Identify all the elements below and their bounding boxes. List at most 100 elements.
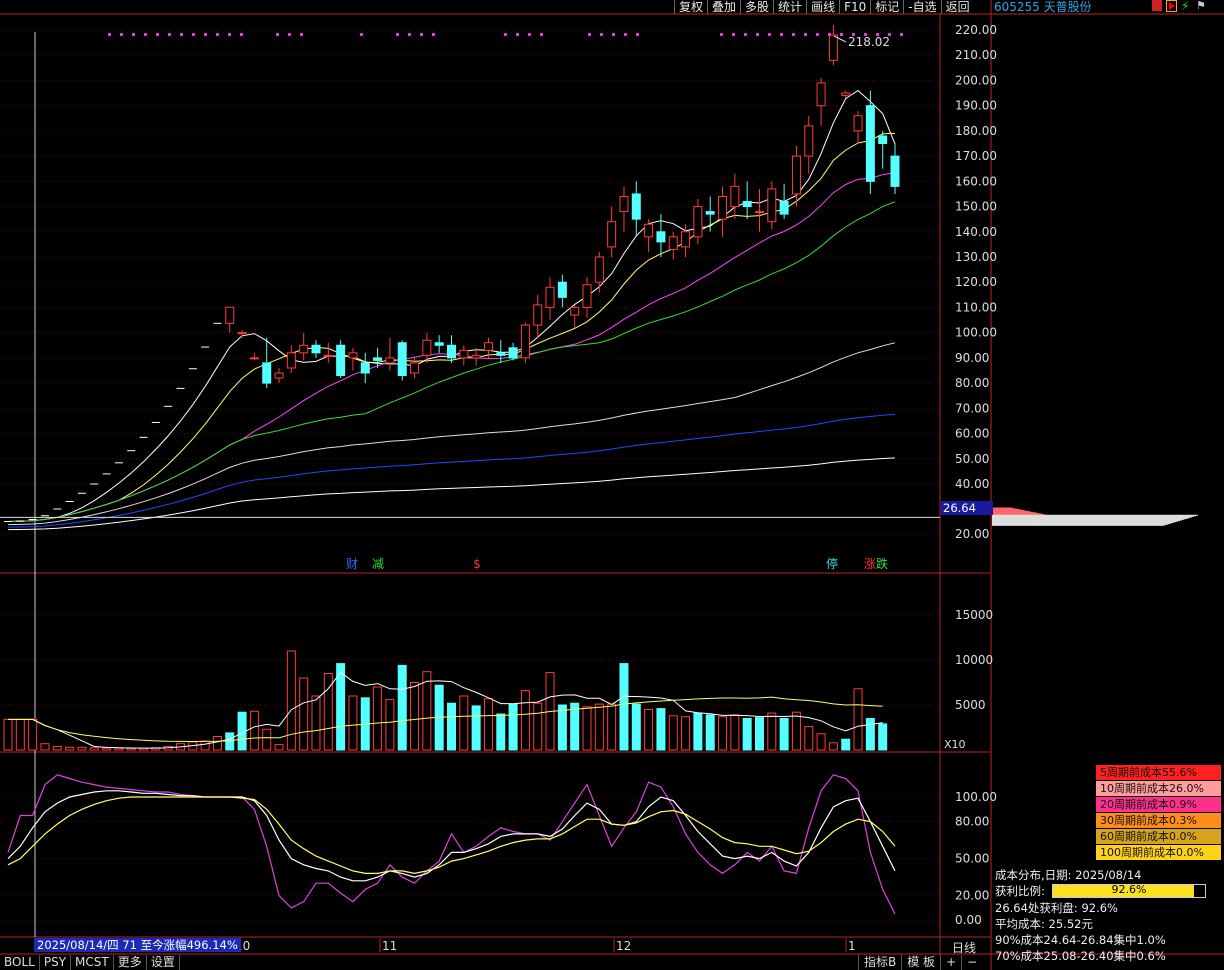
price-candle	[299, 344, 309, 354]
cost-line-2: 平均成本: 25.52元	[995, 916, 1093, 931]
volume-bar	[742, 718, 752, 751]
volume-bar	[533, 702, 543, 751]
price-candle	[410, 362, 420, 374]
toolbar-button-2[interactable]: 多股	[740, 0, 773, 14]
month-label: 12	[616, 939, 631, 953]
profit-ratio-value: 92.6%	[1111, 883, 1147, 896]
price-ma-line-6	[7, 457, 896, 531]
period-label[interactable]: 日线	[952, 939, 976, 956]
indicator-tab-2[interactable]: MCST	[71, 955, 114, 970]
price-candle	[397, 342, 407, 377]
toolbar-button-0[interactable]: 复权	[674, 0, 707, 14]
limit-up-dot	[504, 33, 507, 36]
price-candle	[681, 231, 691, 248]
limit-up-dot	[156, 33, 159, 36]
limit-up-dot	[432, 33, 435, 36]
play-icon[interactable]	[1166, 0, 1177, 12]
limit-up-dot	[828, 33, 831, 36]
template-tab-1[interactable]: 模 板	[901, 955, 940, 970]
bar-chart-icon[interactable]	[1152, 0, 1162, 11]
limit-up-dot	[528, 33, 531, 36]
price-tick-label: 140.00	[955, 225, 997, 239]
price-candle	[422, 339, 432, 356]
toolbar-button-5[interactable]: F10	[839, 0, 870, 14]
limit-up-dot	[540, 33, 543, 36]
volume-bar	[816, 733, 826, 751]
limit-up-dot	[624, 33, 627, 36]
cost-period-tags: 5周期前成本55.6% 10周期前成本26.0% 20周期前成本0.9% 30周期前成…	[1096, 765, 1221, 861]
volume-bar	[668, 715, 678, 751]
indicator-tab-4[interactable]: 设置	[147, 955, 180, 970]
template-tab-2[interactable]: +	[940, 955, 961, 970]
price-candle	[594, 256, 604, 283]
toolbar-button-4[interactable]: 画线	[806, 0, 839, 14]
volume-bar	[631, 703, 641, 751]
cost-line-3: 90%成本24.64-26.84集中1.0%	[995, 933, 1166, 948]
volume-bar	[52, 745, 62, 751]
price-tick-label: 160.00	[955, 174, 997, 188]
stock-title: 605255 天普股份	[994, 0, 1092, 14]
flag-icon[interactable]: ⚑	[1196, 0, 1207, 12]
price-tick-label: 100.00	[955, 326, 997, 340]
limit-up-dot	[132, 33, 135, 36]
signal-icon[interactable]: ⚡	[1181, 0, 1192, 12]
template-tab-0[interactable]: 指标B	[858, 955, 901, 970]
price-candle	[385, 357, 395, 364]
volume-bar	[102, 747, 112, 751]
price-candle	[373, 357, 383, 361]
volume-bar	[730, 714, 740, 751]
volume-bar	[385, 699, 395, 751]
volume-bar	[570, 702, 580, 751]
volume-bar	[693, 712, 703, 751]
price-candle	[471, 354, 481, 359]
template-tab-3[interactable]: −	[961, 955, 982, 970]
limit-up-dot	[588, 33, 591, 36]
price-ma-line-1	[7, 132, 896, 522]
volume-bar	[520, 690, 530, 751]
volume-bar	[582, 706, 592, 751]
toolbar-button-8[interactable]: 返回	[940, 0, 974, 14]
price-candle	[890, 155, 900, 187]
price-candle	[841, 92, 851, 97]
toolbar-button-3[interactable]: 统计	[773, 0, 806, 14]
limit-up-dot	[516, 33, 519, 36]
limit-up-dot	[840, 33, 843, 36]
price-candle	[360, 362, 370, 374]
indicator-tick-label: 100.00	[955, 790, 997, 804]
indicator-tab-0[interactable]: BOLL	[0, 955, 40, 970]
limit-up-dot	[108, 33, 111, 36]
volume-multiplier: X10	[944, 738, 966, 751]
limit-up-dot	[240, 33, 243, 36]
volume-bar	[557, 704, 567, 751]
volume-bar	[865, 718, 875, 751]
limit-up-dot	[768, 33, 771, 36]
price-tick-label: 170.00	[955, 149, 997, 163]
indicator-line-0	[7, 774, 896, 915]
month-label: 1	[848, 939, 856, 953]
price-candle	[557, 281, 567, 298]
indicator-line-1	[7, 790, 896, 882]
price-tick-label: 150.00	[955, 200, 997, 214]
price-candle	[582, 284, 592, 308]
volume-bar	[262, 728, 272, 751]
toolbar-button-7[interactable]: -自选	[903, 0, 940, 14]
toolbar-button-1[interactable]: 叠加	[707, 0, 740, 14]
volume-bar	[126, 747, 136, 751]
limit-up-dot	[204, 33, 207, 36]
indicator-tab-1[interactable]: PSY	[40, 955, 72, 970]
price-tick-label: 210.00	[955, 48, 997, 62]
volume-bar	[718, 716, 728, 751]
cost-tag-4: 60周期前成本0.0%	[1096, 829, 1221, 844]
price-candle	[791, 155, 801, 195]
top-toolbar: 复权 叠加 多股 统计 画线 F10 标记 -自选 返回	[674, 0, 974, 14]
volume-bar	[274, 744, 284, 751]
chart-canvas[interactable]: 20.00 40.00 50.00 60.00 70.00 80.00 90.00 100.0…	[0, 0, 1224, 970]
indicator-tick-label: 0.00	[955, 913, 982, 927]
volume-bar	[828, 742, 838, 751]
limit-up-dot	[756, 33, 759, 36]
volume-bar	[249, 710, 259, 751]
volume-tick-label: 10000	[955, 653, 993, 667]
price-candle	[754, 211, 764, 214]
toolbar-button-6[interactable]: 标记	[870, 0, 903, 14]
indicator-tab-3[interactable]: 更多	[114, 955, 147, 970]
